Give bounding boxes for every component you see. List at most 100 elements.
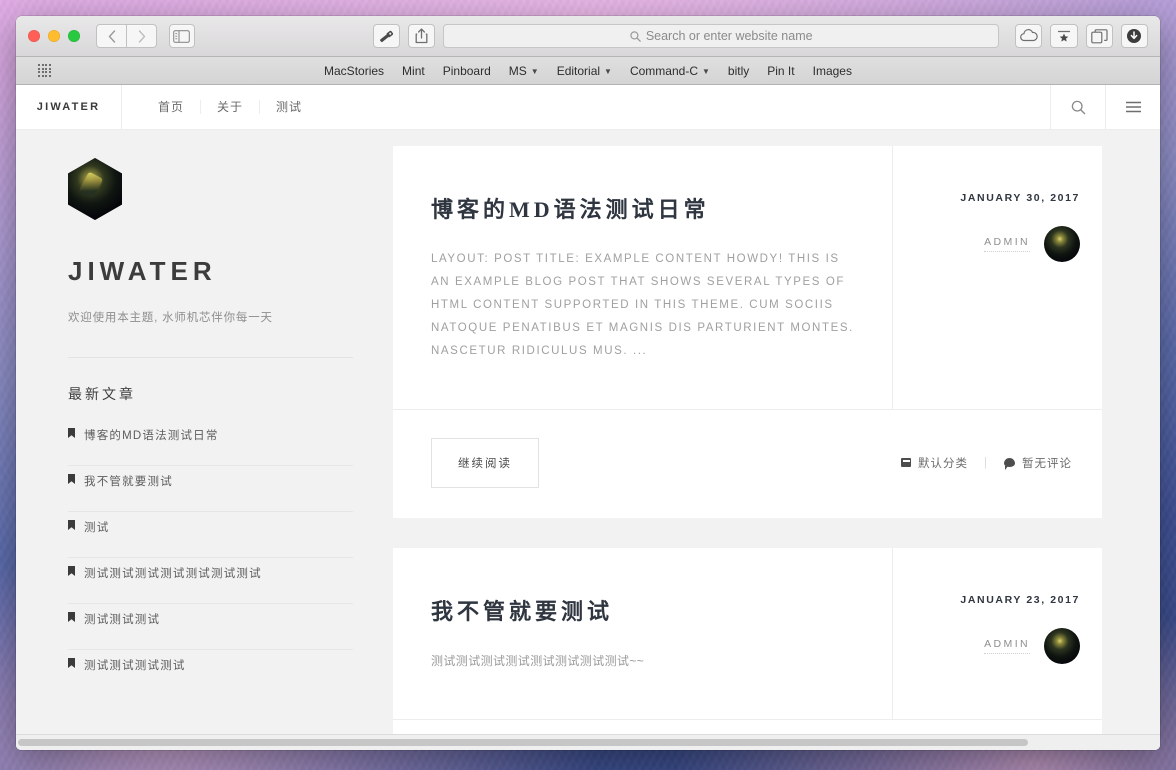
site-sidebar: JIWATER 欢迎使用本主题, 水师机芯伴你每一天 最新文章 博客的MD语法测… <box>16 130 377 734</box>
webpage-viewport: JIWATER 首页 关于 测试 JIWATER 欢迎使用本主题, 水师机芯伴你… <box>16 85 1160 750</box>
safari-browser-window: Search or enter website name MacStories … <box>16 16 1160 750</box>
password-key-button[interactable] <box>372 24 400 48</box>
post-comments-label: 暂无评论 <box>1022 457 1072 470</box>
post-content: 我不管就要测试 测试测试测试测试测试测试测试测试~~ <box>393 547 893 719</box>
reading-list-button[interactable] <box>1050 24 1078 48</box>
post-card-1: 博客的MD语法测试日常 LAYOUT: POST TITLE: EXAMPLE … <box>393 146 1102 518</box>
list-item-label: 我不管就要测试 <box>84 476 173 488</box>
bookmark-icon <box>68 566 75 576</box>
post-date: JANUARY 23, 2017 <box>960 593 1080 606</box>
list-item-label: 测试测试测试 <box>84 614 161 626</box>
sidebar-tagline: 欢迎使用本主题, 水师机芯伴你每一天 <box>68 312 273 324</box>
post-meta: JANUARY 23, 2017 ADMIN <box>893 548 1102 719</box>
close-window-button[interactable] <box>28 30 40 42</box>
post-author: ADMIN <box>893 627 1080 664</box>
chevron-down-icon: ▼ <box>701 67 710 76</box>
post-list: 博客的MD语法测试日常 LAYOUT: POST TITLE: EXAMPLE … <box>377 130 1160 734</box>
list-item[interactable]: 我不管就要测试 <box>68 466 353 512</box>
nav-item-about[interactable]: 关于 <box>201 100 261 114</box>
bookmark-icon <box>68 658 75 668</box>
maximize-window-button[interactable] <box>68 30 80 42</box>
sidebar-site-title: JIWATER <box>68 256 217 286</box>
post-card-2: 我不管就要测试 测试测试测试测试测试测试测试测试~~ JANUARY 23, 2… <box>393 547 1102 735</box>
minimize-window-button[interactable] <box>48 30 60 42</box>
list-item-label: 测试 <box>84 522 110 534</box>
chevron-down-icon: ▼ <box>530 67 539 76</box>
post-taxonomy: 默认分类 | 暂无评论 <box>901 455 1072 471</box>
author-name[interactable]: ADMIN <box>984 638 1030 654</box>
list-item[interactable]: 测试 <box>68 512 353 558</box>
list-item[interactable]: 测试测试测试 <box>68 604 353 650</box>
author-name[interactable]: ADMIN <box>984 236 1030 252</box>
favorite-editorial[interactable]: Editorial ▼ <box>557 64 612 78</box>
avatar <box>1044 226 1080 262</box>
list-item-label: 测试测试测试测试 <box>84 660 186 672</box>
window-controls <box>28 30 80 42</box>
comment-bubble-icon <box>1004 458 1015 470</box>
site-search-button[interactable] <box>1050 85 1105 129</box>
tab-overview-button[interactable] <box>1085 24 1113 48</box>
post-meta: JANUARY 30, 2017 ADMIN <box>893 146 1102 409</box>
menu-icon <box>1125 101 1142 113</box>
post-content: 博客的MD语法测试日常 LAYOUT: POST TITLE: EXAMPLE … <box>393 146 893 409</box>
forward-button[interactable] <box>127 24 157 48</box>
favorite-mint[interactable]: Mint <box>402 64 425 78</box>
icloud-tabs-button[interactable] <box>1015 24 1043 48</box>
list-item[interactable]: 测试测试测试测试测试测试测试 <box>68 558 353 604</box>
list-item-label: 测试测试测试测试测试测试测试 <box>84 568 262 580</box>
share-button[interactable] <box>408 24 436 48</box>
post-card-footer: 继续阅读 默认分类 | 暂无评论 <box>393 410 1102 518</box>
post-category[interactable]: 默认分类 <box>901 455 968 471</box>
post-author: ADMIN <box>893 226 1080 262</box>
post-title[interactable]: 博客的MD语法测试日常 <box>431 192 854 224</box>
back-button[interactable] <box>96 24 127 48</box>
post-date: JANUARY 30, 2017 <box>960 192 1080 204</box>
list-item-label: 博客的MD语法测试日常 <box>84 430 219 442</box>
favorite-command-c[interactable]: Command-C ▼ <box>630 64 710 78</box>
bookmark-icon <box>68 612 75 622</box>
sidebar-avatar-hexagon <box>68 158 122 220</box>
sidebar-recent-posts-heading: 最新文章 <box>68 386 136 402</box>
chevron-down-icon: ▼ <box>604 67 612 76</box>
search-icon <box>1071 100 1086 115</box>
post-title[interactable]: 我不管就要测试 <box>431 594 854 626</box>
favorite-pin-it[interactable]: Pin It <box>767 64 794 78</box>
navigation-buttons <box>96 24 157 48</box>
read-more-button[interactable]: 继续阅读 <box>431 437 539 488</box>
favorites-links: MacStories Mint Pinboard MS ▼ Editorial ▼ … <box>16 64 1160 78</box>
meta-separator: | <box>984 456 988 469</box>
address-bar[interactable]: Search or enter website name <box>443 24 1000 48</box>
favorite-bitly[interactable]: bitly <box>728 64 749 78</box>
site-brand-logo[interactable]: JIWATER <box>16 85 122 129</box>
horizontal-scrollbar[interactable] <box>16 734 1160 750</box>
nav-item-home[interactable]: 首页 <box>142 100 202 114</box>
favorite-macstories[interactable]: MacStories <box>324 64 384 78</box>
browser-toolbar: Search or enter website name <box>16 16 1160 57</box>
sidebar-divider <box>68 357 353 358</box>
bookmark-icon <box>68 474 75 484</box>
favorite-ms[interactable]: MS ▼ <box>509 64 539 78</box>
site-menu-button[interactable] <box>1105 85 1160 129</box>
list-item[interactable]: 博客的MD语法测试日常 <box>68 420 353 466</box>
address-bar-placeholder: Search or enter website name <box>645 29 813 43</box>
bookmark-icon <box>68 520 75 530</box>
avatar <box>1044 627 1080 664</box>
sidebar-toggle-button[interactable] <box>169 24 195 48</box>
post-excerpt: LAYOUT: POST TITLE: EXAMPLE CONTENT HOWD… <box>431 253 854 357</box>
favorites-bar: MacStories Mint Pinboard MS ▼ Editorial ▼ … <box>16 57 1160 85</box>
post-excerpt: 测试测试测试测试测试测试测试测试~~ <box>431 653 645 668</box>
favorite-images[interactable]: Images <box>813 64 852 78</box>
list-item[interactable]: 测试测试测试测试 <box>68 650 353 695</box>
folder-icon <box>901 458 911 467</box>
site-header: JIWATER 首页 关于 测试 <box>16 85 1160 130</box>
downloads-button[interactable] <box>1120 24 1149 48</box>
nav-item-test[interactable]: 测试 <box>260 100 318 114</box>
post-card-footer <box>393 720 1102 735</box>
scrollbar-thumb[interactable] <box>18 739 1028 746</box>
site-navigation: 首页 关于 测试 <box>122 85 1050 129</box>
address-bar-container: Search or enter website name <box>443 24 1000 48</box>
bookmark-icon <box>68 428 75 438</box>
post-comments[interactable]: 暂无评论 <box>1004 455 1072 471</box>
favorite-pinboard[interactable]: Pinboard <box>443 64 491 78</box>
sidebar-recent-posts-list: 博客的MD语法测试日常 我不管就要测试 测试 测试测试测试测试测试测试测试 测试… <box>68 420 353 695</box>
